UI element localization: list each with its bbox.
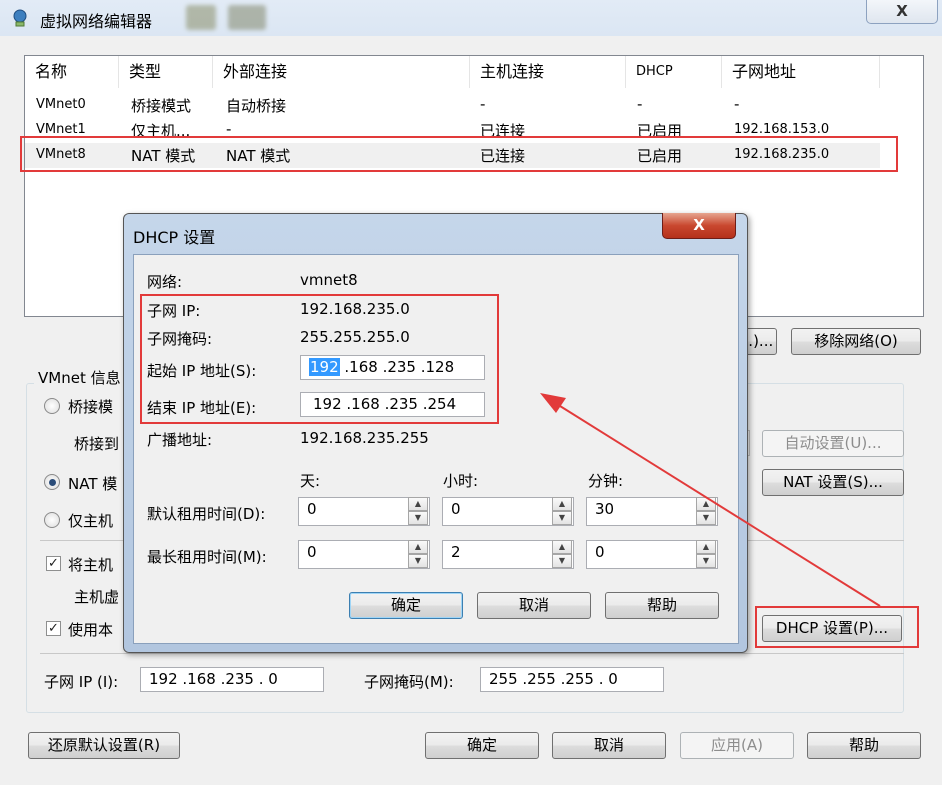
host-only-label: 仅主机 [68, 512, 114, 530]
host-adapter-label: 主机虚 [74, 588, 120, 606]
max-lease-hours-spinner[interactable]: ▲ ▼ [552, 540, 572, 569]
connect-host-checkbox[interactable]: ✓ [46, 556, 61, 571]
column-header-subnet[interactable]: 子网地址 [722, 56, 880, 88]
subnet-ip-label: 子网 IP (I): [44, 673, 119, 691]
spin-up-icon[interactable]: ▲ [552, 497, 572, 511]
spin-down-icon[interactable]: ▼ [408, 554, 428, 568]
max-lease-label: 最长租用时间(M): [147, 548, 267, 566]
spin-up-icon[interactable]: ▲ [408, 540, 428, 554]
use-dhcp-checkbox[interactable]: ✓ [46, 621, 61, 636]
ok-button[interactable]: 确定 [425, 732, 539, 759]
default-lease-days-spinner[interactable]: ▲ ▼ [408, 497, 428, 526]
minutes-header: 分钟: [588, 472, 624, 490]
help-button[interactable]: 帮助 [807, 732, 921, 759]
spin-up-icon[interactable]: ▲ [696, 497, 716, 511]
auto-settings-button[interactable]: 自动设置(U)... [762, 430, 904, 457]
subnet-ip-field[interactable]: 192 .168 .235 . 0 [140, 667, 324, 692]
spin-down-icon[interactable]: ▼ [552, 511, 572, 525]
spin-up-icon[interactable]: ▲ [408, 497, 428, 511]
apply-button[interactable]: 应用(A) [680, 732, 794, 759]
vmnet-info-label: VMnet 信息 [34, 367, 125, 388]
column-header-dhcp[interactable]: DHCP [626, 56, 722, 88]
column-header-external[interactable]: 外部连接 [213, 56, 470, 88]
window-title: 虚拟网络编辑器 [40, 12, 153, 31]
max-lease-minutes-spinner[interactable]: ▲ ▼ [696, 540, 716, 569]
nat-settings-button[interactable]: NAT 设置(S)... [762, 469, 904, 496]
cancel-button[interactable]: 取消 [552, 732, 666, 759]
dialog-ok-button[interactable]: 确定 [349, 592, 463, 619]
nat-mode-radio[interactable] [44, 474, 60, 490]
blurred-region [186, 5, 216, 30]
broadcast-label: 广播地址: [147, 431, 213, 449]
host-only-radio[interactable] [44, 512, 60, 528]
default-lease-hours-spinner[interactable]: ▲ ▼ [552, 497, 572, 526]
network-value: vmnet8 [300, 271, 358, 289]
dialog-help-button[interactable]: 帮助 [605, 592, 719, 619]
remove-network-button[interactable]: 移除网络(O) [791, 328, 921, 355]
spin-up-icon[interactable]: ▲ [552, 540, 572, 554]
spin-down-icon[interactable]: ▼ [696, 511, 716, 525]
divider [40, 653, 904, 654]
spin-down-icon[interactable]: ▼ [552, 554, 572, 568]
dialog-title: DHCP 设置 [133, 228, 216, 247]
dialog-cancel-button[interactable]: 取消 [477, 592, 591, 619]
hours-header: 小时: [443, 472, 479, 490]
column-header-host[interactable]: 主机连接 [470, 56, 626, 88]
days-header: 天: [300, 472, 321, 490]
dialog-close-button[interactable]: X [662, 213, 736, 239]
annotation-highlight-box [20, 136, 898, 172]
spin-down-icon[interactable]: ▼ [408, 511, 428, 525]
max-lease-days-spinner[interactable]: ▲ ▼ [408, 540, 428, 569]
network-label: 网络: [147, 273, 183, 291]
nat-mode-label: NAT 模 [68, 475, 118, 493]
restore-defaults-button[interactable]: 还原默认设置(R) [28, 732, 180, 759]
default-lease-minutes-spinner[interactable]: ▲ ▼ [696, 497, 716, 526]
spin-down-icon[interactable]: ▼ [696, 554, 716, 568]
spin-up-icon[interactable]: ▲ [696, 540, 716, 554]
subnet-mask-label: 子网掩码(M): [364, 673, 454, 691]
column-header-name[interactable]: 名称 [25, 56, 119, 88]
annotation-highlight-box [140, 294, 499, 424]
connect-host-label: 将主机 [68, 556, 114, 574]
bridge-mode-label: 桥接模 [68, 398, 114, 416]
column-header-type[interactable]: 类型 [119, 56, 213, 88]
table-row[interactable]: VMnet0 桥接模式 自动桥接 - - - [25, 93, 880, 118]
broadcast-value: 192.168.235.255 [300, 429, 429, 447]
use-dhcp-label: 使用本 [68, 621, 114, 639]
default-lease-label: 默认租用时间(D): [147, 505, 266, 523]
blurred-region [228, 5, 266, 30]
window-close-button[interactable]: X [866, 0, 938, 24]
annotation-highlight-box [755, 606, 919, 648]
network-app-icon [13, 9, 27, 27]
bridge-mode-radio[interactable] [44, 398, 60, 414]
bridge-to-label: 桥接到 [74, 435, 120, 453]
subnet-mask-field[interactable]: 255 .255 .255 . 0 [480, 667, 664, 692]
